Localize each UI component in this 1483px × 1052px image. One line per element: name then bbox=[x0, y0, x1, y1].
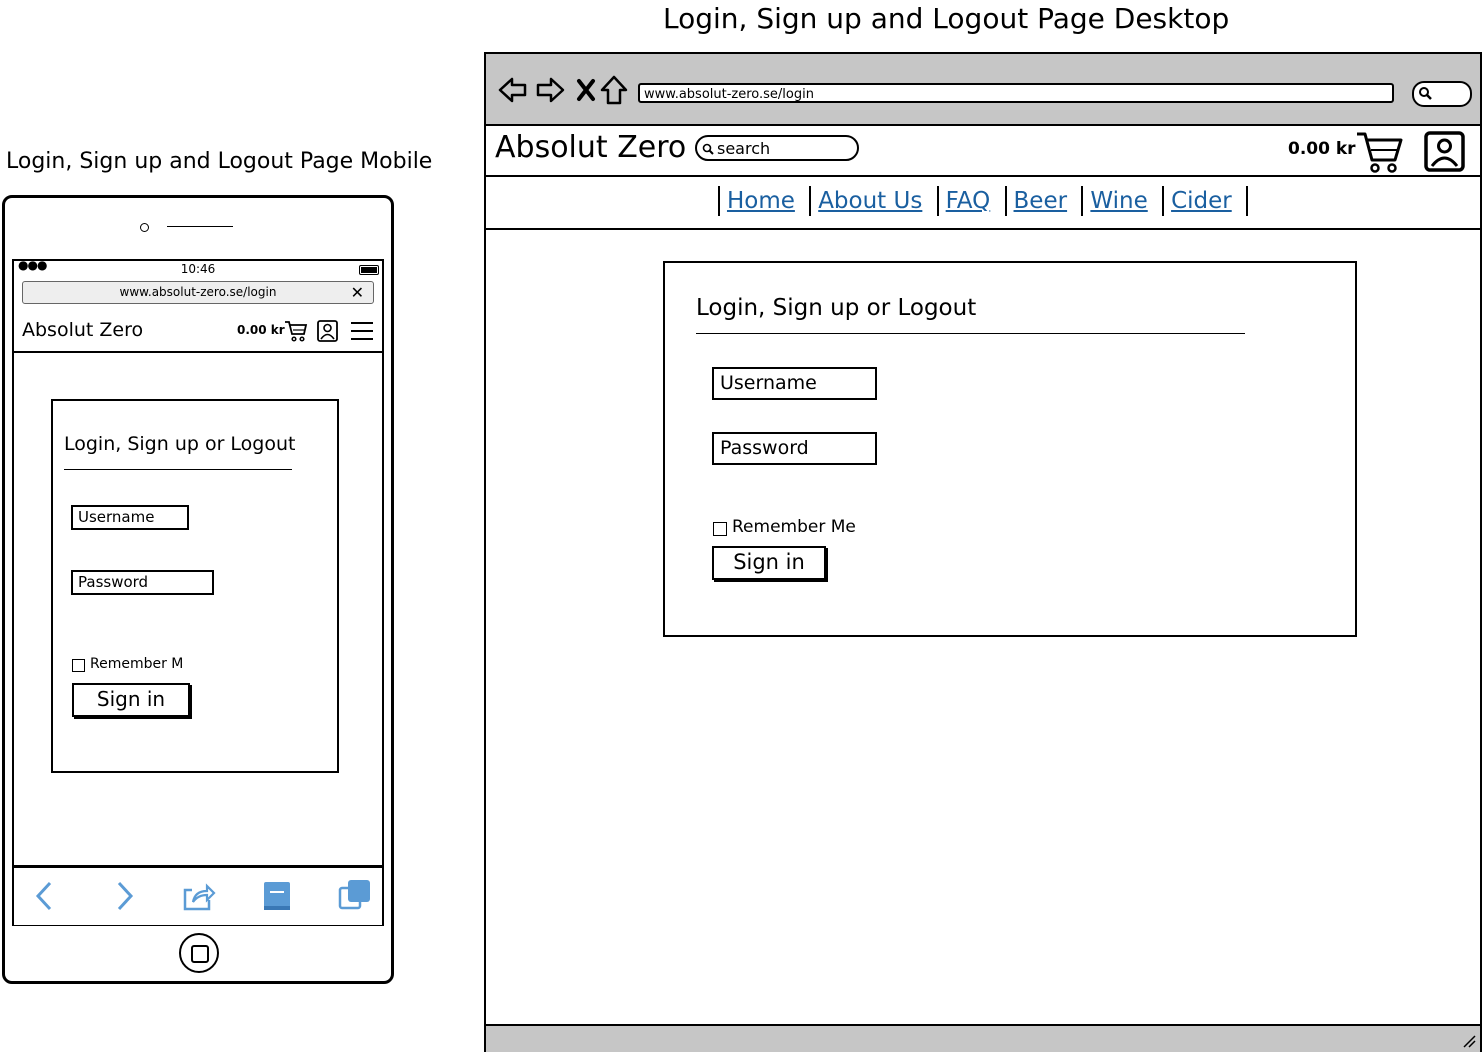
nav-faq[interactable]: FAQ bbox=[946, 188, 991, 214]
nav-about-us[interactable]: About Us bbox=[818, 188, 922, 214]
browser-toolbar bbox=[14, 865, 382, 925]
nav-beer[interactable]: Beer bbox=[1014, 188, 1068, 214]
sign-in-button[interactable]: Sign in bbox=[72, 683, 190, 717]
url-text: www.absolut-zero.se/login bbox=[644, 87, 814, 102]
nav-home[interactable]: Home bbox=[727, 188, 795, 214]
username-placeholder: Username bbox=[720, 372, 817, 394]
browser-chrome: www.absolut-zero.se/login bbox=[486, 54, 1480, 126]
username-field[interactable]: Username bbox=[71, 505, 189, 530]
remember-label: Remember Me bbox=[732, 517, 856, 537]
status-time: 10:46 bbox=[180, 262, 216, 276]
nav-wine[interactable]: Wine bbox=[1090, 188, 1147, 214]
password-placeholder: Password bbox=[720, 437, 809, 459]
resize-grip-icon[interactable] bbox=[1462, 1034, 1476, 1048]
address-bar[interactable]: www.absolut-zero.se/login bbox=[638, 83, 1394, 103]
password-placeholder: Password bbox=[78, 573, 149, 591]
back-icon[interactable] bbox=[34, 880, 56, 912]
remember-checkbox[interactable] bbox=[713, 522, 727, 536]
browser-search-field[interactable] bbox=[1412, 81, 1472, 107]
login-card: Login, Sign up or Logout Username Passwo… bbox=[663, 261, 1357, 637]
password-field[interactable]: Password bbox=[712, 432, 877, 465]
nav-cider[interactable]: Cider bbox=[1171, 188, 1232, 214]
back-icon[interactable] bbox=[498, 76, 528, 104]
share-icon[interactable] bbox=[182, 880, 216, 912]
search-input[interactable]: search bbox=[695, 135, 859, 161]
tabs-icon[interactable] bbox=[338, 878, 372, 912]
user-icon[interactable] bbox=[316, 319, 340, 343]
menu-icon[interactable] bbox=[350, 319, 374, 343]
forward-icon[interactable] bbox=[114, 880, 136, 912]
password-field[interactable]: Password bbox=[71, 570, 214, 595]
cart-icon[interactable] bbox=[284, 319, 308, 343]
browser-window: www.absolut-zero.se/login Absolut Zero s… bbox=[484, 52, 1482, 1052]
status-bar: ●●● 10:46 bbox=[14, 258, 382, 279]
search-icon bbox=[1419, 87, 1432, 100]
search-icon bbox=[702, 143, 714, 155]
bookmarks-icon[interactable] bbox=[262, 880, 292, 912]
login-card: Login, Sign up or Logout Username Passwo… bbox=[51, 399, 339, 773]
brand-logo[interactable]: Absolut Zero bbox=[495, 130, 686, 165]
camera-icon bbox=[140, 223, 149, 232]
brand-logo[interactable]: Absolut Zero bbox=[22, 319, 143, 341]
title-underline bbox=[696, 333, 1245, 334]
cart-total: 0.00 kr bbox=[1288, 139, 1356, 159]
stop-icon[interactable] bbox=[575, 78, 597, 102]
close-icon[interactable]: ✕ bbox=[351, 282, 364, 303]
card-title: Login, Sign up or Logout bbox=[64, 433, 296, 455]
sign-in-button[interactable]: Sign in bbox=[712, 546, 826, 580]
remember-checkbox[interactable] bbox=[72, 659, 85, 672]
search-placeholder: search bbox=[717, 139, 771, 158]
username-placeholder: Username bbox=[78, 508, 155, 526]
battery-icon bbox=[359, 265, 379, 275]
title-underline bbox=[64, 469, 292, 470]
mobile-caption: Login, Sign up and Logout Page Mobile bbox=[6, 149, 433, 174]
browser-status-bar bbox=[486, 1024, 1480, 1052]
phone-screen: ●●● 10:46 www.absolut-zero.se/login ✕ Ab… bbox=[12, 258, 384, 926]
cart-total: 0.00 kr bbox=[237, 323, 285, 337]
username-field[interactable]: Username bbox=[712, 367, 877, 400]
card-title: Login, Sign up or Logout bbox=[696, 295, 977, 321]
main-nav: Home About Us FAQ Beer Wine Cider bbox=[486, 178, 1480, 230]
user-icon[interactable] bbox=[1423, 130, 1467, 174]
site-header: Absolut Zero search 0.00 kr bbox=[486, 126, 1480, 177]
cart-icon[interactable] bbox=[1355, 130, 1405, 174]
home-icon[interactable] bbox=[600, 75, 628, 105]
home-square-icon bbox=[191, 945, 209, 963]
url-text: www.absolut-zero.se/login bbox=[119, 285, 277, 299]
speaker-grille bbox=[167, 226, 233, 227]
remember-label: Remember M bbox=[90, 656, 184, 672]
address-bar[interactable]: www.absolut-zero.se/login ✕ bbox=[22, 281, 374, 304]
site-header: Absolut Zero 0.00 kr bbox=[14, 309, 382, 353]
phone-frame: ●●● 10:46 www.absolut-zero.se/login ✕ Ab… bbox=[2, 195, 394, 984]
desktop-caption: Login, Sign up and Logout Page Desktop bbox=[663, 2, 1230, 35]
forward-icon[interactable] bbox=[535, 76, 565, 104]
home-button[interactable] bbox=[179, 933, 219, 973]
